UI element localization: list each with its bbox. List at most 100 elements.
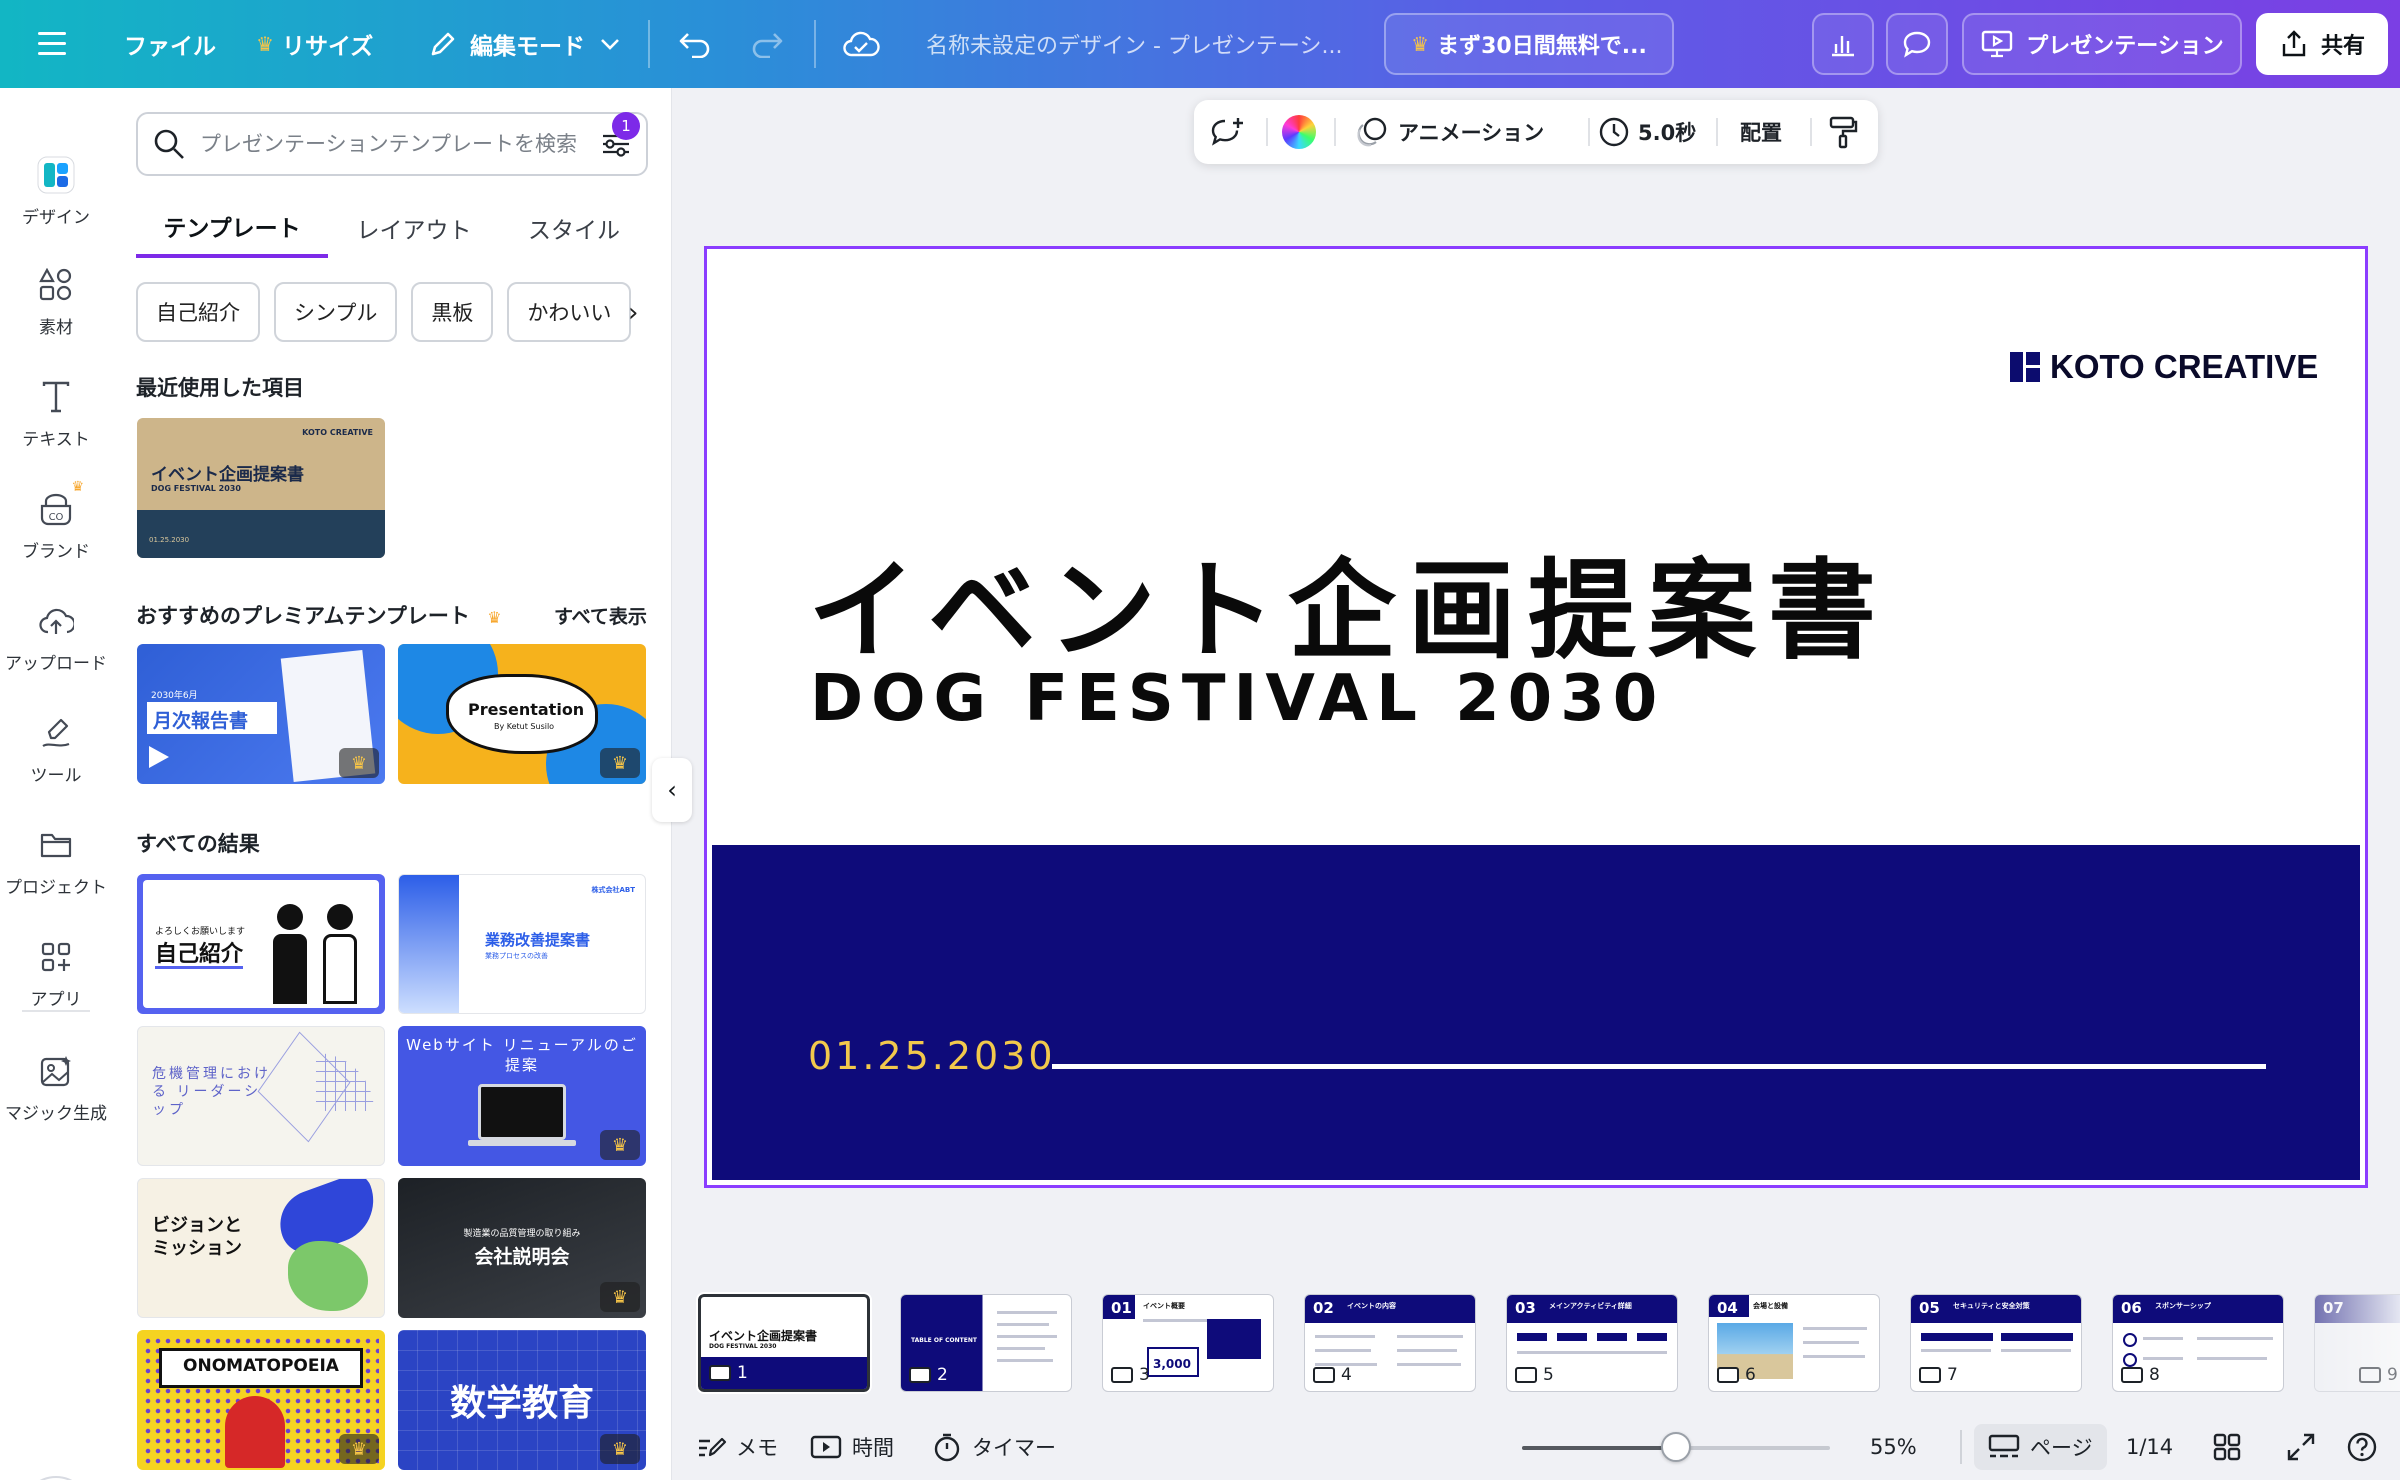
- rail-item-tools[interactable]: ツール: [0, 698, 112, 798]
- paint-roller-icon: [1829, 116, 1858, 149]
- chip-simple[interactable]: シンプル: [274, 282, 398, 342]
- page-thumbnail-7[interactable]: 05 セキュリティと安全対策 7: [1910, 1294, 2082, 1392]
- premium-crown-icon: ♛: [600, 1282, 640, 1312]
- left-rail: デザイン 素材 テキスト CO ♛ ブランド アップロード ツール プロジェクト…: [0, 88, 112, 1480]
- share-button[interactable]: 共有: [2256, 13, 2388, 75]
- present-page-icon: [909, 1367, 931, 1383]
- tab-templates[interactable]: テンプレート: [136, 198, 328, 258]
- template-result-crisis-leadership[interactable]: 危機管理における リーダーシップ: [137, 1026, 385, 1166]
- template-result-business-improvement[interactable]: 株式会社ABT 業務改善提案書 業務プロセスの改善: [398, 874, 646, 1014]
- animation-circles-icon: [1357, 117, 1387, 147]
- slide-subtitle[interactable]: DOG FESTIVAL 2030: [810, 662, 1665, 736]
- comments-button[interactable]: [1886, 13, 1948, 75]
- rail-item-brand[interactable]: CO ♛ ブランド: [0, 474, 112, 574]
- templates-panel: 1 テンプレート レイアウト スタイル 自己紹介 シンプル 黒板 かわいい › …: [112, 88, 672, 1480]
- selected-page-frame[interactable]: KOTO CREATIVE イベント企画提案書 DOG FESTIVAL 203…: [704, 246, 2368, 1188]
- template-result-company-info-session[interactable]: 製造業の品質管理の取り組み 会社説明会 ♛: [398, 1178, 646, 1318]
- rail-item-apps[interactable]: アプリ: [0, 922, 112, 1022]
- search-icon: [154, 129, 184, 159]
- grid-view-button[interactable]: [2212, 1414, 2242, 1480]
- animation-button[interactable]: アニメーション: [1356, 100, 1544, 164]
- page-counter[interactable]: 1/14: [2126, 1414, 2173, 1480]
- chip-chalkboard[interactable]: 黒板: [411, 282, 494, 342]
- document-title[interactable]: 名称未設定のデザイン - プレゼンテーシ...: [926, 0, 1342, 88]
- file-menu[interactable]: ファイル: [124, 0, 216, 88]
- resize-button[interactable]: ♛ リサイズ: [256, 0, 373, 88]
- pages-view-button[interactable]: ページ: [1974, 1424, 2107, 1470]
- undo-icon: [679, 33, 710, 58]
- template-result-self-intro[interactable]: よろしくお願いします 自己紹介: [137, 874, 385, 1014]
- rail-item-projects[interactable]: プロジェクト: [0, 810, 112, 910]
- page-thumbnail-6[interactable]: 04 会場と設備 6: [1708, 1294, 1880, 1392]
- chip-cute[interactable]: かわいい: [507, 282, 632, 342]
- timer-button[interactable]: タイマー: [932, 1414, 1056, 1480]
- slide-footer-band[interactable]: [712, 845, 2360, 1180]
- zoom-slider-fill: [1522, 1446, 1676, 1450]
- folder-icon: [34, 823, 78, 867]
- tab-layouts[interactable]: レイアウト: [328, 198, 500, 258]
- menu-button[interactable]: [38, 0, 70, 88]
- page-thumbnail-3[interactable]: 01 イベント概要 3,000 3: [1102, 1294, 1274, 1392]
- present-button[interactable]: プレゼンテーション: [1962, 13, 2242, 75]
- chip-self-intro[interactable]: 自己紹介: [136, 282, 260, 342]
- magic-assistant-button[interactable]: [22, 1476, 90, 1480]
- collapse-panel-button[interactable]: ‹: [652, 758, 692, 822]
- page-thumbnail-5[interactable]: 03 メインアクティビティ詳細 5: [1506, 1294, 1678, 1392]
- rail-item-magic-media[interactable]: マジック生成: [0, 1036, 112, 1136]
- crown-icon: ♛: [1411, 32, 1430, 56]
- notes-pen-icon: [699, 1437, 727, 1457]
- page-duration-button[interactable]: 5.0秒: [1598, 100, 1696, 164]
- recent-design-thumbnail[interactable]: KOTO CREATIVE イベント企画提案書 DOG FESTIVAL 203…: [137, 418, 385, 558]
- page-grid-icon: [1988, 1434, 2020, 1458]
- slide-date[interactable]: 01.25.2030: [808, 1034, 1056, 1078]
- add-comment-button[interactable]: [1210, 100, 1246, 164]
- cloud-save-status[interactable]: [842, 0, 880, 88]
- page-thumbnail-8[interactable]: 06 スポンサーシップ 8: [2112, 1294, 2284, 1392]
- slide-brand-logo[interactable]: KOTO CREATIVE: [2010, 348, 2318, 386]
- help-button[interactable]: [2346, 1414, 2378, 1480]
- premium-template-comic-presentation[interactable]: Presentation By Ketut Susilo ♛: [398, 644, 646, 784]
- rail-item-upload[interactable]: アップロード: [0, 586, 112, 686]
- template-search-input[interactable]: [200, 132, 580, 156]
- rail-item-elements[interactable]: 素材: [0, 250, 112, 350]
- template-result-website-renewal[interactable]: Webサイト リニューアルのご提案 ♛: [398, 1026, 646, 1166]
- undo-button[interactable]: [678, 0, 712, 88]
- see-all-link[interactable]: すべて表示: [554, 602, 647, 629]
- slide-title[interactable]: イベント企画提案書: [808, 524, 1888, 680]
- page-thumbnail-9[interactable]: 07 9: [2314, 1294, 2400, 1392]
- redo-button[interactable]: [750, 0, 784, 88]
- tab-styles[interactable]: スタイル: [500, 198, 648, 258]
- rail-divider: [22, 1010, 90, 1012]
- present-page-icon: [2359, 1367, 2381, 1383]
- notes-button[interactable]: メモ: [696, 1414, 778, 1480]
- page-thumbnail-2[interactable]: TABLE OF CONTENT 2: [900, 1294, 1072, 1392]
- insights-button[interactable]: [1812, 13, 1874, 75]
- toolbar-divider: [1334, 118, 1336, 146]
- zoom-percentage[interactable]: 55%: [1870, 1414, 1917, 1480]
- free-trial-button[interactable]: ♛ まず30日間無料で...: [1384, 13, 1674, 75]
- zoom-slider-handle[interactable]: [1661, 1432, 1691, 1462]
- template-result-onomatopoeia[interactable]: ONOMATOPOEIA ♛: [137, 1330, 385, 1470]
- rail-item-design[interactable]: デザイン: [0, 140, 112, 240]
- template-result-vision-mission[interactable]: ビジョンと ミッション: [137, 1178, 385, 1318]
- premium-crown-icon: ♛: [600, 748, 640, 778]
- recent-section-title: 最近使用した項目: [136, 376, 304, 400]
- edit-mode-dropdown[interactable]: 編集モード: [428, 0, 621, 88]
- crown-icon: ♛: [71, 478, 84, 495]
- page-thumbnail-4[interactable]: 02 イベントの内容 4: [1304, 1294, 1476, 1392]
- copy-style-button[interactable]: [1828, 100, 1858, 164]
- chevron-right-icon[interactable]: ›: [628, 298, 638, 328]
- premium-template-monthly-report[interactable]: 2030年6月 月次報告書 ♛: [137, 644, 385, 784]
- fullscreen-button[interactable]: [2286, 1414, 2316, 1480]
- slide-date-rule[interactable]: [1052, 1064, 2266, 1069]
- page-thumbnail-1[interactable]: イベント企画提案書 DOG FESTIVAL 2030 1: [696, 1292, 872, 1394]
- timing-button[interactable]: 時間: [810, 1414, 894, 1480]
- template-search-box[interactable]: 1: [136, 112, 648, 176]
- template-result-math-education[interactable]: 数学教育 ♛: [398, 1330, 646, 1470]
- color-picker-button[interactable]: [1282, 115, 1316, 149]
- present-page-icon: [1111, 1367, 1133, 1383]
- rail-item-text[interactable]: テキスト: [0, 362, 112, 462]
- draw-tool-icon: [34, 711, 78, 755]
- slide-canvas[interactable]: KOTO CREATIVE イベント企画提案書 DOG FESTIVAL 203…: [712, 254, 2360, 1180]
- position-button[interactable]: 配置: [1740, 100, 1782, 164]
